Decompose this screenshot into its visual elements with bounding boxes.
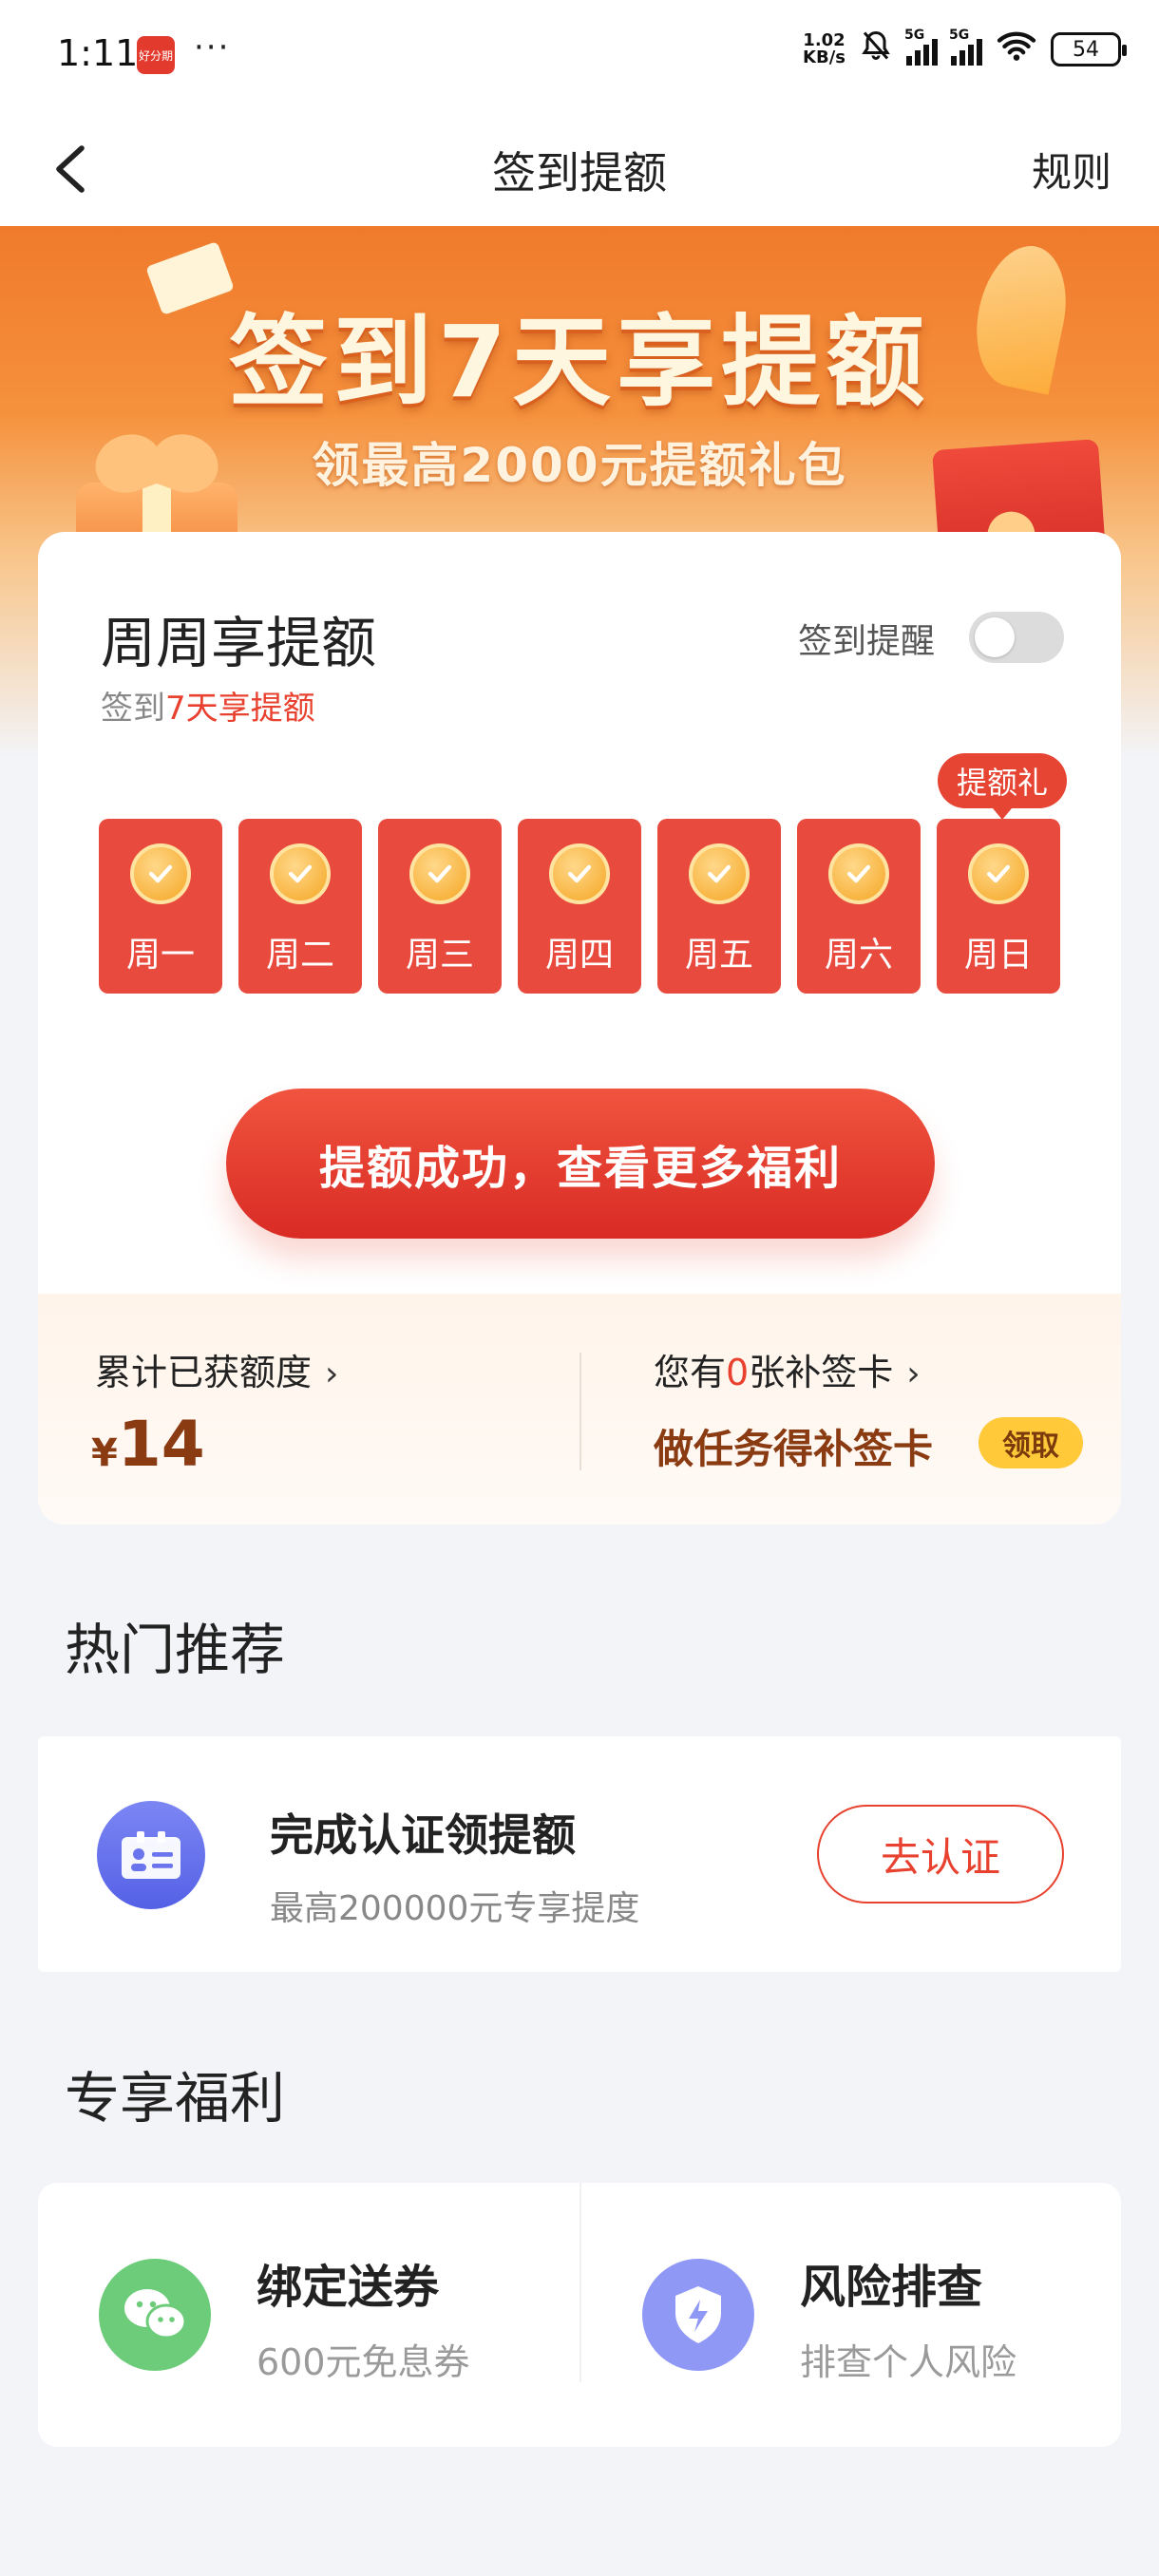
card-subtitle: 签到7天享提额 [101,682,315,729]
battery-icon: 54 [1051,32,1127,66]
makeup-cards-prefix: 您有 [654,1352,727,1393]
wechat-icon [99,2259,211,2371]
shield-icon [642,2259,754,2371]
app-notification-icon: 好分期 [137,36,175,74]
check-icon [828,843,889,904]
benefit-title: 风险排查 [800,2261,983,2314]
go-verify-button[interactable]: 去认证 [817,1805,1064,1904]
more-notifications-indicator: ··· [194,28,231,66]
divider [580,1353,581,1470]
sign-reminder-toggle[interactable] [969,612,1064,663]
sign-in-card: 周周享提额 签到7天享提额 签到提醒 提额礼 周一 周二 周三 周四 周五 周六 [38,532,1121,1525]
view-more-benefits-button[interactable]: 提额成功，查看更多福利 [226,1089,935,1239]
rules-link[interactable]: 规则 [1032,141,1112,199]
day-card-thu: 周四 [518,819,641,994]
recommend-title: 完成认证领提额 [270,1809,576,1861]
claim-button[interactable]: 领取 [978,1417,1083,1468]
network-speed: 1.02 KB/s [803,32,846,66]
gift-tag: 提额礼 [938,753,1067,820]
makeup-cards-count: 0 [726,1352,750,1393]
network-type-1: 5G [904,28,925,43]
amount-value: 14 [117,1408,205,1481]
benefit-description: 排查个人风险 [800,2341,1017,2383]
task-for-card-text: 做任务得补签卡 [654,1426,934,1472]
makeup-cards-suffix: 张补签卡 [749,1352,894,1393]
stats-panel: 累计已获额度 › ¥14 您有0张补签卡 › 做任务得补签卡 领取 [38,1294,1121,1525]
check-icon [270,843,331,904]
benefit-bind-coupon[interactable]: 绑定送券 600元免息券 [38,2183,580,2447]
card-title: 周周享提额 [101,611,377,675]
status-icons: 1.02 KB/s 5G 5G 54 [803,28,1127,70]
total-credit-link[interactable]: 累计已获额度 › [95,1343,338,1395]
day-label: 周五 [684,936,753,975]
banner-subtitle: 领最高2000元提额礼包 [312,438,847,493]
card-subtitle-prefix: 签到 [101,690,165,728]
sign-reminder-label: 签到提醒 [798,622,936,661]
day-card-wed: 周三 [378,819,502,994]
day-card-fri: 周五 [657,819,781,994]
exclusive-benefits-card: 绑定送券 600元免息券 风险排查 排查个人风险 [38,2183,1121,2447]
chevron-right-icon: › [325,1354,339,1393]
verify-recommend-card: 完成认证领提额 最高200000元专享提度 去认证 [38,1736,1121,1972]
status-bar: 1:11 好分期 ··· 1.02 KB/s 5G 5G 54 [0,0,1159,112]
wifi-icon [996,28,1037,70]
signal-icon-2: 5G [949,28,982,66]
benefit-risk-check[interactable]: 风险排查 排查个人风险 [581,2183,1123,2447]
day-card-sun: 周日 [937,819,1060,994]
check-icon [409,843,470,904]
id-card-icon [97,1801,205,1909]
hot-recommend-title: 热门推荐 [65,1618,286,1682]
day-label: 周三 [405,936,474,975]
day-label: 周四 [544,936,614,975]
day-card-mon: 周一 [99,819,222,994]
status-time: 1:11 [57,32,139,74]
benefit-description: 600元免息券 [256,2341,470,2383]
check-icon [130,843,191,904]
check-icon [549,843,610,904]
day-card-sat: 周六 [797,819,921,994]
card-subtitle-highlight: 7天享提额 [165,690,315,728]
network-speed-unit: KB/s [803,47,846,67]
page-title: 签到提额 [492,147,667,199]
day-label: 周一 [125,936,195,975]
banner-title: 签到7天享提额 [228,304,931,420]
benefit-title: 绑定送券 [256,2261,440,2314]
weekday-checkins: 周一 周二 周三 周四 周五 周六 周日 [99,819,1062,994]
check-icon [968,843,1029,904]
network-type-2: 5G [949,28,970,43]
total-credit-amount: ¥14 [91,1408,205,1481]
currency-symbol: ¥ [91,1431,118,1475]
day-card-tue: 周二 [238,819,362,994]
day-label: 周二 [265,936,334,975]
toggle-knob [975,617,1015,657]
signal-icon-1: 5G [904,28,938,66]
nav-bar: 签到提额 规则 [0,112,1159,226]
chevron-right-icon: › [906,1354,921,1393]
mute-bell-icon [859,28,893,70]
day-label: 周六 [824,936,893,975]
battery-level: 54 [1073,37,1099,62]
makeup-cards-link[interactable]: 您有0张补签卡 › [654,1343,921,1395]
total-credit-label: 累计已获额度 [95,1352,313,1393]
check-icon [689,843,750,904]
day-label: 周日 [963,936,1033,975]
exclusive-benefits-title: 专享福利 [65,2066,286,2131]
recommend-description: 最高200000元专享提度 [270,1889,640,1928]
